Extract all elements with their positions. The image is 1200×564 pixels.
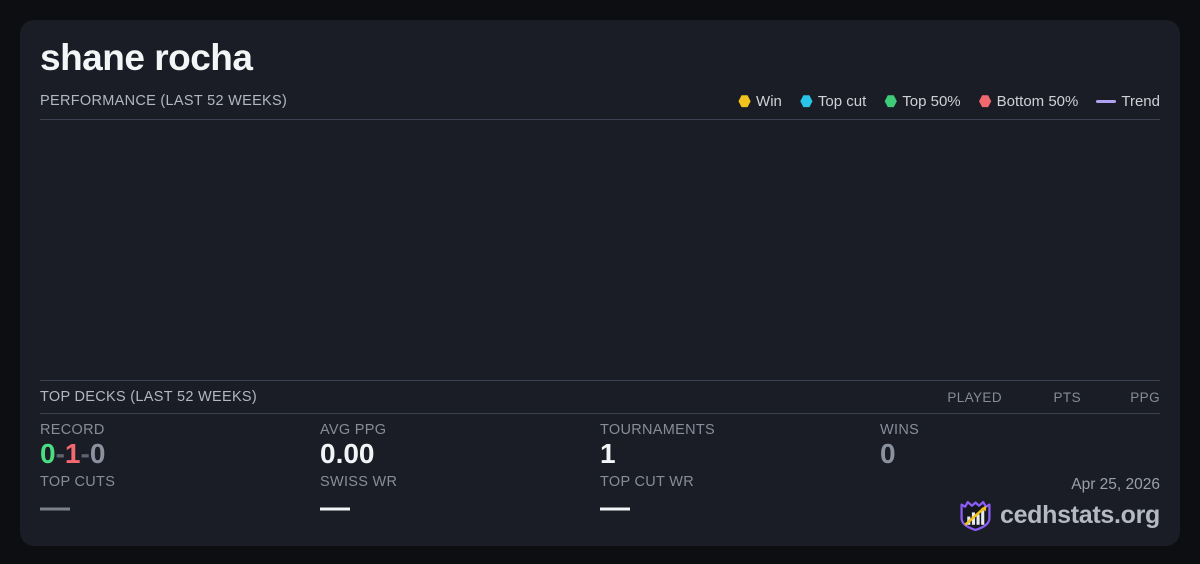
record-losses: 1 <box>64 438 81 469</box>
top-decks-header: TOP DECKS (LAST 52 WEEKS) PLAYED PTS PPG <box>40 380 1160 414</box>
top-decks-section-label: TOP DECKS (LAST 52 WEEKS) <box>40 389 258 405</box>
legend-item-top-cut[interactable]: Top cut <box>800 93 866 110</box>
performance-header: PERFORMANCE (LAST 52 WEEKS) Win Top cut … <box>40 93 1160 120</box>
record-value: 0-1-0 <box>40 438 320 470</box>
top-50-marker-icon <box>884 95 897 108</box>
trend-line-icon <box>1096 99 1117 103</box>
legend-label: Top cut <box>817 92 867 110</box>
stat-tournaments: TOURNAMENTS 1 <box>600 422 880 474</box>
report-date: Apr 25, 2026 <box>1071 476 1160 493</box>
brand: cedhstats.org <box>959 499 1160 532</box>
column-header-played: PLAYED <box>947 389 1002 405</box>
legend-label: Top 50% <box>902 92 961 110</box>
top-cut-marker-icon <box>800 95 813 108</box>
stat-top-cuts: TOP CUTS — <box>40 474 320 532</box>
top-cuts-value: — <box>40 491 70 524</box>
stat-label: AVG PPG <box>320 422 387 438</box>
performance-section-label: PERFORMANCE (LAST 52 WEEKS) <box>40 93 288 110</box>
legend-item-trend[interactable]: Trend <box>1096 93 1160 110</box>
legend-label: Win <box>756 92 782 110</box>
tournaments-value: 1 <box>600 438 616 469</box>
cedhstats-shield-logo-icon <box>960 500 991 532</box>
record-draws: 0 <box>89 438 106 469</box>
performance-chart-area <box>40 120 1160 380</box>
footer: Apr 25, 2026 cedhstats.org <box>880 474 1160 532</box>
stat-record: RECORD 0-1-0 <box>40 422 320 474</box>
record-separator: - <box>55 438 65 469</box>
stat-label: RECORD <box>40 422 105 438</box>
legend-label: Bottom 50% <box>996 92 1079 110</box>
legend-label: Trend <box>1121 92 1160 110</box>
stat-avg-ppg: AVG PPG 0.00 <box>320 422 600 474</box>
stats-grid: RECORD 0-1-0 AVG PPG 0.00 TOURNAMENTS 1 … <box>40 414 1160 532</box>
record-wins: 0 <box>40 438 56 469</box>
top-decks-column-headers: PLAYED PTS PPG <box>923 390 1160 405</box>
player-stats-card: shane rocha PERFORMANCE (LAST 52 WEEKS) … <box>20 20 1180 546</box>
column-header-pts: PTS <box>1053 389 1081 405</box>
stat-swiss-wr: SWISS WR — <box>320 474 600 532</box>
avg-ppg-value: 0.00 <box>320 438 375 469</box>
stat-label: TOP CUT WR <box>600 474 695 490</box>
swiss-wr-value: — <box>320 491 350 524</box>
top-cut-wr-value: — <box>600 491 630 524</box>
stat-label: WINS <box>880 422 920 438</box>
page-title: shane rocha <box>40 37 253 78</box>
legend-item-bottom-50[interactable]: Bottom 50% <box>979 92 1079 110</box>
stat-label: TOP CUTS <box>40 474 116 490</box>
brand-name: cedhstats.org <box>999 501 1160 529</box>
bottom-50-marker-icon <box>979 95 992 108</box>
stat-label: TOURNAMENTS <box>600 422 716 438</box>
column-header-ppg: PPG <box>1130 389 1160 405</box>
stat-label: SWISS WR <box>320 474 398 490</box>
record-separator: - <box>80 438 90 469</box>
legend-item-top-50[interactable]: Top 50% <box>884 92 961 110</box>
legend-item-win[interactable]: Win <box>738 93 782 110</box>
wins-value: 0 <box>880 438 896 469</box>
stat-top-cut-wr: TOP CUT WR — <box>600 474 880 532</box>
chart-legend: Win Top cut Top 50% Bottom 50% Trend <box>738 93 1160 110</box>
win-marker-icon <box>738 95 751 108</box>
stat-wins: WINS 0 <box>880 422 1160 474</box>
